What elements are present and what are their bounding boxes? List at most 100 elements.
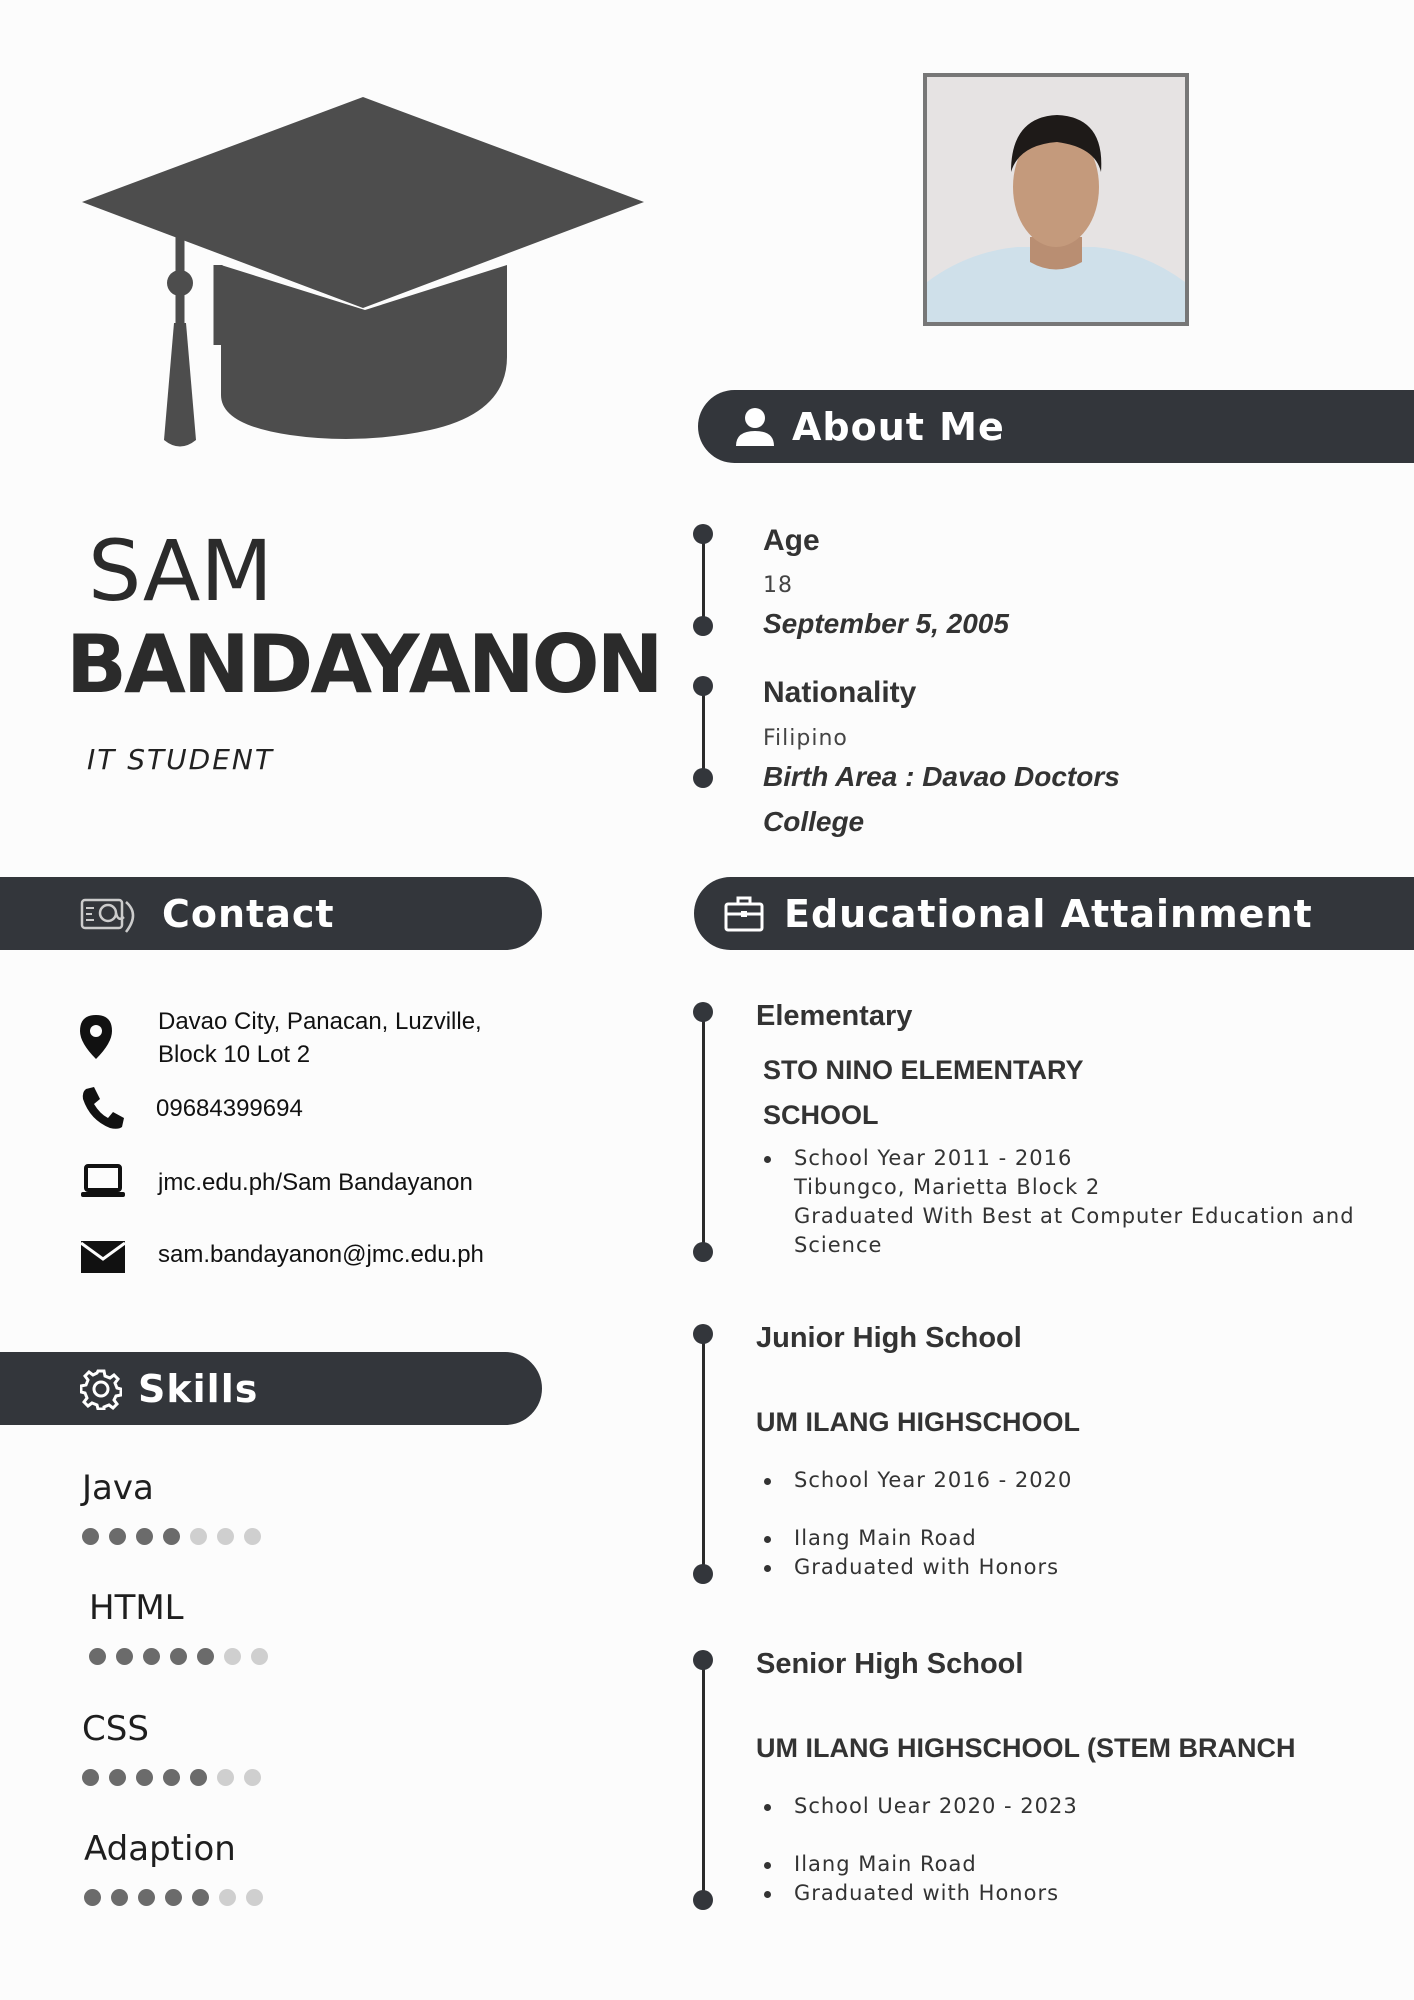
rating-dot-filled: [82, 1769, 99, 1786]
contact-header: Contact: [0, 877, 542, 950]
about-me-title: About Me: [792, 404, 1005, 449]
skill-rating: [89, 1648, 268, 1665]
address-line-1: Davao City, Panacan, Luzville,: [158, 1008, 482, 1035]
rating-dot-filled: [82, 1528, 99, 1545]
contact-email[interactable]: sam.bandayanon@jmc.edu.ph: [158, 1238, 484, 1271]
list-item: Graduated with Honors: [756, 1879, 1078, 1908]
location-pin-icon: [80, 1015, 112, 1059]
timeline-dot: [693, 616, 713, 636]
rating-dot-filled: [192, 1889, 209, 1906]
rating-dot-filled: [163, 1769, 180, 1786]
rating-dot-filled: [163, 1528, 180, 1545]
job-title: IT STUDENT: [87, 743, 274, 776]
about-me-header: About Me: [698, 390, 1414, 463]
birthdate: September 5, 2005: [763, 608, 1009, 639]
skill-name: HTML: [89, 1588, 184, 1628]
rating-dot-filled: [170, 1648, 187, 1665]
contact-address: Davao City, Panacan, Luzville, Block 10 …: [158, 1005, 482, 1071]
list-item: School Year 2016 - 2020: [756, 1466, 1072, 1495]
nationality-label: Nationality: [763, 676, 917, 709]
skill-item: Java: [82, 1468, 261, 1545]
rating-dot-filled: [116, 1648, 133, 1665]
rating-dot-empty: [219, 1889, 236, 1906]
rating-dot-filled: [138, 1889, 155, 1906]
rating-dot-filled: [190, 1769, 207, 1786]
skill-item: HTML: [89, 1588, 268, 1665]
rating-dot-empty: [246, 1889, 263, 1906]
person-icon: [736, 407, 774, 446]
skill-name: CSS: [82, 1709, 149, 1749]
rating-dot-filled: [143, 1648, 160, 1665]
school-name-senior-high: UM ILANG HIGHSCHOOL (STEM BRANCH: [756, 1733, 1296, 1763]
list-item: School Year 2011 - 2016 Tibungco, Mariet…: [756, 1144, 1355, 1260]
education-level-junior-high: Junior High School: [756, 1322, 1022, 1354]
skills-title: Skills: [138, 1366, 259, 1411]
contact-title: Contact: [162, 891, 335, 936]
rating-dot-empty: [217, 1769, 234, 1786]
school-name-elementary: STO NINO ELEMENTARY SCHOOL: [763, 1055, 1084, 1130]
timeline-dot: [693, 768, 713, 788]
rating-dot-empty: [190, 1528, 207, 1545]
birth-area: Birth Area : Davao Doctors: [763, 761, 1120, 792]
profile-photo: [923, 73, 1189, 326]
contact-phone[interactable]: 09684399694: [156, 1092, 303, 1125]
rating-dot-filled: [89, 1648, 106, 1665]
rating-dot-filled: [136, 1769, 153, 1786]
rating-dot-filled: [165, 1889, 182, 1906]
address-line-2: Block 10 Lot 2: [158, 1041, 311, 1068]
birth-area-continued: College: [763, 806, 865, 837]
contact-website[interactable]: jmc.edu.ph/Sam Bandayanon: [158, 1166, 473, 1199]
education-header: Educational Attainment: [694, 877, 1414, 950]
skill-rating: [82, 1769, 261, 1786]
elementary-details: School Year 2011 - 2016 Tibungco, Mariet…: [756, 1144, 1355, 1260]
education-level-elementary: Elementary: [756, 1000, 913, 1032]
skill-item: Adaption: [84, 1829, 263, 1906]
skill-rating: [82, 1528, 261, 1545]
age-value: 18: [763, 573, 793, 598]
junior-high-details: School Year 2016 - 2020 Ilang Main Road …: [756, 1466, 1072, 1582]
laptop-icon: [81, 1164, 125, 1197]
school-name-junior-high: UM ILANG HIGHSCHOOL: [756, 1407, 1080, 1437]
timeline-dot: [693, 1564, 713, 1584]
timeline-dot: [693, 1002, 713, 1022]
education-title: Educational Attainment: [784, 891, 1313, 936]
skill-item: CSS: [82, 1709, 261, 1786]
skill-name: Adaption: [84, 1829, 236, 1869]
rating-dot-filled: [111, 1889, 128, 1906]
skill-rating: [84, 1889, 263, 1906]
first-name: SAM: [88, 522, 273, 620]
timeline-dot: [693, 676, 713, 696]
rating-dot-empty: [244, 1528, 261, 1545]
rating-dot-empty: [244, 1769, 261, 1786]
skill-name: Java: [82, 1468, 154, 1508]
timeline-dot: [693, 524, 713, 544]
graduation-cap-icon: [82, 97, 644, 447]
senior-high-details: School Uear 2020 - 2023 Ilang Main Road …: [756, 1792, 1078, 1908]
age-label: Age: [763, 524, 820, 557]
rating-dot-filled: [109, 1769, 126, 1786]
rating-dot-empty: [251, 1648, 268, 1665]
gear-icon: [80, 1369, 122, 1410]
envelope-icon: [80, 1241, 126, 1273]
rating-dot-empty: [217, 1528, 234, 1545]
timeline-dot: [693, 1650, 713, 1670]
list-item: Graduated with Honors: [756, 1553, 1072, 1582]
nationality-value: Filipino: [763, 726, 848, 751]
rating-dot-filled: [197, 1648, 214, 1665]
education-level-senior-high: Senior High School: [756, 1648, 1024, 1680]
timeline-dot: [693, 1890, 713, 1910]
list-item: Ilang Main Road: [756, 1524, 1072, 1553]
list-item: School Uear 2020 - 2023: [756, 1792, 1078, 1821]
email-at-icon: [80, 898, 135, 933]
timeline-dot: [693, 1324, 713, 1344]
rating-dot-filled: [136, 1528, 153, 1545]
rating-dot-filled: [84, 1889, 101, 1906]
last-name: BANDAYANON: [66, 618, 664, 711]
rating-dot-empty: [224, 1648, 241, 1665]
briefcase-icon: [724, 896, 764, 931]
phone-icon: [82, 1087, 124, 1129]
skills-header: Skills: [0, 1352, 542, 1425]
timeline-dot: [693, 1242, 713, 1262]
rating-dot-filled: [109, 1528, 126, 1545]
list-item: Ilang Main Road: [756, 1850, 1078, 1879]
